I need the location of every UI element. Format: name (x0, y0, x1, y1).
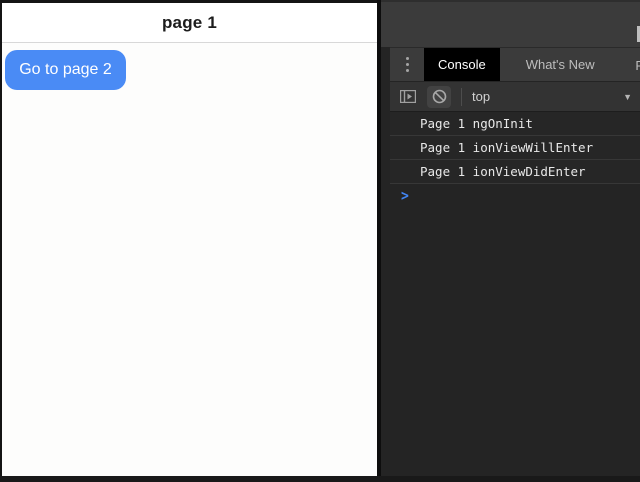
devtools-panel: Console What's New P (381, 0, 640, 476)
console-sidebar-toggle-button[interactable] (396, 86, 420, 108)
console-message-text: Page 1 ionViewDidEnter (420, 164, 586, 179)
console-message: Page 1 ionViewWillEnter (390, 136, 640, 160)
toolbar-divider (461, 88, 462, 106)
tab-console[interactable]: Console (424, 48, 500, 81)
prompt-chevron-icon: > (401, 187, 409, 204)
console-log-area[interactable]: Page 1 ngOnInit Page 1 ionViewWillEnter … (390, 112, 640, 476)
context-selector[interactable]: top (472, 89, 490, 104)
devtools-tab-bar: Console What's New P (390, 47, 640, 81)
more-tabs-button[interactable] (390, 48, 424, 81)
app-header: page 1 (2, 3, 377, 43)
console-toolbar: top ▼ (390, 81, 640, 112)
go-to-page-2-button[interactable]: Go to page 2 (5, 50, 126, 90)
app-content: Go to page 2 (2, 43, 377, 475)
console-message: Page 1 ionViewDidEnter (390, 160, 640, 184)
console-prompt[interactable]: > (390, 184, 640, 208)
bottom-bar (0, 476, 640, 482)
kebab-menu-icon (406, 57, 409, 72)
tab-whats-new[interactable]: What's New (512, 48, 609, 81)
devtools-main: Console What's New P (390, 47, 640, 476)
console-message: Page 1 ngOnInit (390, 112, 640, 136)
dropdown-arrow-icon[interactable]: ▼ (623, 92, 634, 102)
app-viewport: page 1 Go to page 2 (0, 0, 377, 476)
devtools-top-chrome (381, 0, 640, 47)
tab-partial[interactable]: P (633, 48, 640, 81)
devtools-body: Console What's New P (381, 47, 640, 476)
tab-partial-label: P (635, 58, 640, 73)
page-title: page 1 (162, 13, 217, 33)
console-message-text: Page 1 ngOnInit (420, 116, 533, 131)
tab-whats-new-label: What's New (526, 57, 595, 72)
console-message-text: Page 1 ionViewWillEnter (420, 140, 593, 155)
tab-console-label: Console (438, 57, 486, 72)
screenshot-root: page 1 Go to page 2 Console (0, 0, 640, 482)
clear-console-button[interactable] (427, 86, 451, 108)
console-sidebar-icon (400, 90, 416, 103)
ban-icon (432, 89, 447, 104)
devtools-left-gutter (381, 47, 390, 476)
